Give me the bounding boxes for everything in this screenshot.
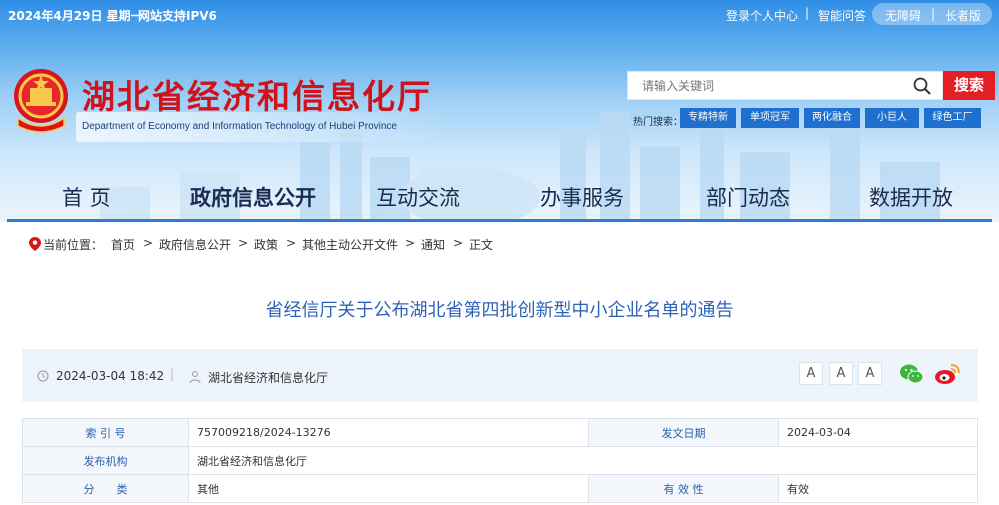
nav-open-data[interactable]: 数据开放 — [869, 182, 953, 212]
breadcrumb-sep: > — [405, 236, 416, 250]
location-pin-icon — [29, 237, 41, 251]
nav-services[interactable]: 办事服务 — [540, 182, 624, 212]
accessibility-link[interactable]: 无障碍 — [885, 7, 921, 24]
search-button[interactable]: 搜索 — [943, 71, 995, 100]
current-date: 2024年4月29日 星期一 — [8, 9, 143, 23]
elderly-mode-link[interactable]: 长者版 — [945, 7, 981, 24]
meta-label: 索 引 号 — [22, 418, 189, 447]
breadcrumb-sep: > — [286, 236, 297, 250]
breadcrumb-sep: > — [143, 236, 154, 250]
smart-qa-link[interactable]: 智能问答 — [818, 7, 866, 24]
national-emblem-icon — [14, 69, 68, 133]
meta-value: 757009218/2024-13276 — [188, 418, 589, 447]
meta-label: 发布机构 — [22, 446, 189, 475]
search-input[interactable] — [642, 78, 902, 94]
meta-value: 湖北省经济和信息化厅 — [188, 446, 978, 475]
hot-tag-specialized[interactable]: 专精特新 — [680, 108, 736, 128]
table-row: 分 类 其他 有 效 性 有效 — [22, 474, 978, 503]
breadcrumb-other-files[interactable]: 其他主动公开文件 — [302, 236, 398, 253]
font-increase-button[interactable]: A — [799, 362, 823, 385]
breadcrumb-notice[interactable]: 通知 — [421, 236, 445, 253]
meta-value: 2024-03-04 — [778, 418, 978, 447]
breadcrumb-sep: > — [238, 236, 249, 250]
accessibility-pill: 无障碍 | 长者版 — [872, 3, 992, 25]
font-decrease-button[interactable]: A — [858, 362, 882, 385]
nav-dept-news[interactable]: 部门动态 — [706, 182, 790, 212]
table-row: 索 引 号 757009218/2024-13276 发文日期 2024-03-… — [22, 418, 978, 447]
nav-gov-info[interactable]: 政府信息公开 — [190, 182, 316, 212]
organization-icon — [189, 371, 201, 384]
breadcrumb-home[interactable]: 首页 — [111, 236, 135, 253]
clock-icon — [37, 370, 49, 382]
hot-tag-little-giant[interactable]: 小巨人 — [865, 108, 919, 128]
hot-tag-champion[interactable]: 单项冠军 — [741, 108, 799, 128]
topbar-separator: | — [805, 6, 810, 20]
pill-separator: | — [931, 7, 936, 21]
top-utility-bar: 2024年4月29日 星期一 网站支持IPV6 登录个人中心 | 智能问答 无障… — [0, 0, 999, 28]
meta-label: 有 效 性 — [588, 474, 779, 503]
login-link[interactable]: 登录个人中心 — [726, 7, 798, 24]
header-banner: 2024年4月29日 星期一 网站支持IPV6 登录个人中心 | 智能问答 无障… — [0, 0, 999, 222]
meta-value: 其他 — [188, 474, 589, 503]
nav-home[interactable]: 首 页 — [62, 182, 111, 212]
breadcrumb-current: 正文 — [469, 238, 494, 252]
breadcrumb-policy[interactable]: 政策 — [254, 236, 278, 253]
publish-datetime: 2024-03-04 18:42 — [56, 369, 165, 383]
breadcrumb-sep: > — [453, 236, 464, 250]
site-subtitle-en: Department of Economy and Information Te… — [82, 121, 397, 132]
search-icon[interactable] — [912, 76, 932, 96]
publish-organization: 湖北省经济和信息化厅 — [208, 371, 329, 385]
nav-underline — [7, 219, 992, 222]
document-meta-table: 索 引 号 757009218/2024-13276 发文日期 2024-03-… — [22, 418, 978, 503]
ipv6-notice: 网站支持IPV6 — [138, 9, 217, 23]
nav-interaction[interactable]: 互动交流 — [376, 182, 460, 212]
hot-tag-integration[interactable]: 两化融合 — [804, 108, 860, 128]
breadcrumb-label: 当前位置： — [43, 238, 104, 252]
main-nav: 首 页 政府信息公开 互动交流 办事服务 部门动态 数据开放 — [0, 172, 999, 218]
font-medium-button[interactable]: A — [829, 362, 853, 385]
meta-value: 有效 — [778, 474, 978, 503]
search-box — [627, 71, 943, 100]
article-title: 省经信厅关于公布湖北省第四批创新型中小企业名单的通告 — [265, 300, 734, 321]
meta-label: 分 类 — [22, 474, 189, 503]
wechat-share-icon[interactable] — [899, 363, 924, 385]
hot-tag-green-factory[interactable]: 绿色工厂 — [924, 108, 981, 128]
table-row: 发布机构 湖北省经济和信息化厅 — [22, 446, 978, 475]
hot-search-label: 热门搜索： — [633, 117, 683, 128]
weibo-share-icon[interactable] — [934, 362, 961, 386]
meta-label: 发文日期 — [588, 418, 779, 447]
breadcrumb-gov-info[interactable]: 政府信息公开 — [159, 236, 231, 253]
info-separator: | — [170, 367, 175, 381]
site-title[interactable]: 湖北省经济和信息化厅 — [82, 70, 432, 118]
